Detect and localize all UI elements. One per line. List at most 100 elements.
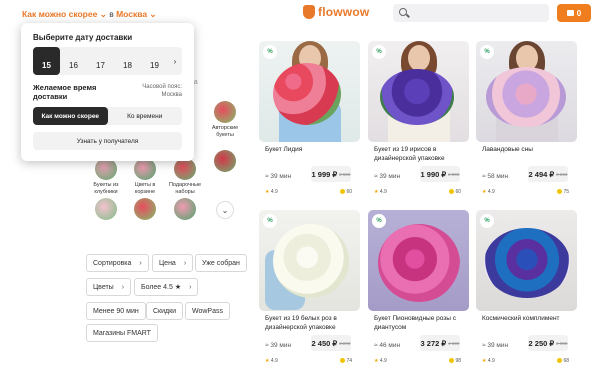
city-label[interactable]: Москва	[116, 9, 147, 19]
rating-value: 4.9	[487, 358, 495, 364]
filter-label: Цена	[159, 259, 176, 267]
coin-value: 68	[563, 358, 569, 364]
rating: ★ 4.9	[374, 189, 387, 195]
bouquet	[484, 228, 570, 298]
product-card[interactable]: % Букет из 19 ирисов в дизайнерской упак…	[368, 41, 469, 199]
scheduled-option[interactable]: Ко времени	[108, 107, 183, 125]
logo-text: flowwow	[318, 5, 370, 19]
ask-recipient-button[interactable]: Узнать у получателя	[33, 132, 182, 150]
category-label: Цветы в корзине	[134, 182, 156, 196]
category-image	[214, 101, 236, 123]
filter-wowpass[interactable]: WowPass	[185, 302, 230, 320]
category-flowers-in-basket[interactable]: Цветы в корзине	[127, 158, 163, 196]
star-icon: ★	[482, 358, 487, 364]
category-image	[214, 150, 236, 172]
logo[interactable]: flowwow	[303, 5, 369, 19]
product-card[interactable]: % Букет из 19 белых роз в дизайнерской у…	[259, 210, 360, 368]
product-name[interactable]: Букет из 19 белых роз в дизайнерской упа…	[265, 314, 357, 332]
rating-value: 4.9	[379, 358, 387, 364]
category-item[interactable]	[88, 198, 124, 222]
category-image	[95, 158, 117, 180]
date-option[interactable]: 15	[33, 47, 60, 75]
coin-icon	[449, 189, 455, 195]
filter-price[interactable]: Цена ›	[152, 254, 194, 272]
timezone-label: Часовой пояс: Москва	[142, 84, 182, 99]
flower-logo-icon	[303, 5, 315, 19]
rating: ★ 4.9	[482, 358, 495, 364]
filter-label: Скидки	[153, 307, 177, 315]
cart-button[interactable]: 0	[557, 4, 591, 22]
product-card[interactable]: % Букет Пионовидные розы с диантусом ≈ 4…	[368, 210, 469, 368]
filter-sort[interactable]: Сортировка ›	[86, 254, 149, 272]
delivery-time-label[interactable]: Как можно скорее	[22, 9, 97, 19]
price-value: 2 450 ₽	[311, 338, 338, 348]
category-label: Авторские букеты	[211, 125, 239, 139]
filter-rating[interactable]: Более 4.5 ★ ›	[134, 278, 199, 296]
category-misc[interactable]	[207, 150, 243, 174]
product-card[interactable]: % Космический комплимент ≈ 39 мин 2 250 …	[476, 210, 577, 368]
price-tag: 3 272 ₽4 300	[420, 335, 460, 351]
category-label: Букеты из клубники	[93, 182, 119, 196]
chevron-right-icon: ›	[139, 259, 142, 267]
product-card[interactable]: % Лавандовые сны ≈ 58 мин 2 494 ₽3 260 ★…	[476, 41, 577, 199]
filter-ready-made[interactable]: Уже собран	[195, 254, 247, 272]
filter-label: Более 4.5 ★	[141, 284, 182, 291]
product-name[interactable]: Лавандовые сны	[482, 145, 574, 154]
delivery-time-value: 39 мин	[270, 173, 292, 180]
coins: 68	[557, 358, 569, 364]
delivery-location-selector[interactable]: Как можно скорее ⌄ в Москва ⌄	[22, 9, 157, 20]
price-tag: 1 999 ₽2 599	[311, 166, 351, 182]
old-price: 3 260	[556, 171, 568, 177]
coins: 74	[340, 358, 352, 364]
date-option[interactable]: 16	[60, 47, 87, 75]
date-option[interactable]: 18	[114, 47, 141, 75]
bouquet	[380, 69, 454, 125]
rating: ★ 4.9	[482, 189, 495, 195]
discount-badge: %	[263, 45, 277, 59]
category-image	[174, 158, 196, 180]
chevron-right-icon: ›	[183, 259, 187, 267]
filter-label: WowPass	[192, 307, 223, 315]
filter-flowers[interactable]: Цветы ›	[86, 278, 132, 296]
date-picker: 15 16 17 18 19 ›	[33, 47, 182, 75]
filter-under-90-min[interactable]: Менее 90 мин	[86, 302, 146, 320]
rating-value: 4.9	[379, 189, 387, 195]
rating: ★ 4.9	[374, 358, 387, 364]
filter-label: Цветы	[93, 283, 114, 291]
product-card[interactable]: % Букет Лидия ≈ 39 мин 1 999 ₽2 599 ★ 4.…	[259, 41, 360, 199]
filter-label: Сортировка	[93, 259, 132, 267]
category-label: Подарочные наборы	[168, 182, 202, 196]
delivery-time-value: 39 мин	[487, 342, 509, 349]
category-item[interactable]	[127, 198, 163, 222]
filter-label: Магазины FMART	[93, 329, 151, 337]
category-image	[134, 158, 156, 180]
product-name[interactable]: Букет Лидия	[265, 145, 357, 154]
product-name[interactable]: Букет из 19 ирисов в дизайнерской упаков…	[374, 145, 466, 163]
date-option[interactable]: 19	[141, 47, 168, 75]
category-gift-sets[interactable]: Подарочные наборы	[167, 158, 203, 196]
discount-badge: %	[372, 214, 386, 228]
delivery-time-value: 46 мин	[379, 342, 401, 349]
price-tag: 2 250 ₽2 900	[528, 335, 568, 351]
person-face	[408, 45, 430, 71]
price-value: 2 494 ₽	[528, 169, 555, 179]
asap-option[interactable]: Как можно скорее	[33, 107, 108, 125]
discount-badge: %	[372, 45, 386, 59]
product-name[interactable]: Космический комплимент	[482, 314, 574, 323]
filter-discounts[interactable]: Скидки	[146, 302, 184, 320]
rating: ★ 4.9	[265, 358, 278, 364]
delivery-date-popup: Выберите дату доставки 15 16 17 18 19 › …	[21, 23, 194, 161]
popup-title: Выберите дату доставки	[33, 33, 133, 42]
chevron-right-icon[interactable]: ›	[168, 47, 182, 75]
category-author-bouquets[interactable]: Авторские букеты	[207, 101, 243, 139]
filter-fmart-shops[interactable]: Магазины FMART	[86, 324, 158, 342]
category-strawberry-bouquets[interactable]: Букеты из клубники	[88, 158, 124, 196]
expand-categories-button[interactable]: ⌄	[216, 201, 234, 219]
date-option[interactable]: 17	[87, 47, 114, 75]
category-item[interactable]	[167, 198, 203, 222]
coin-icon	[557, 189, 563, 195]
coins: 75	[557, 189, 569, 195]
search-input[interactable]	[393, 4, 549, 22]
product-name[interactable]: Букет Пионовидные розы с диантусом	[374, 314, 466, 332]
rating: ★ 4.9	[265, 189, 278, 195]
